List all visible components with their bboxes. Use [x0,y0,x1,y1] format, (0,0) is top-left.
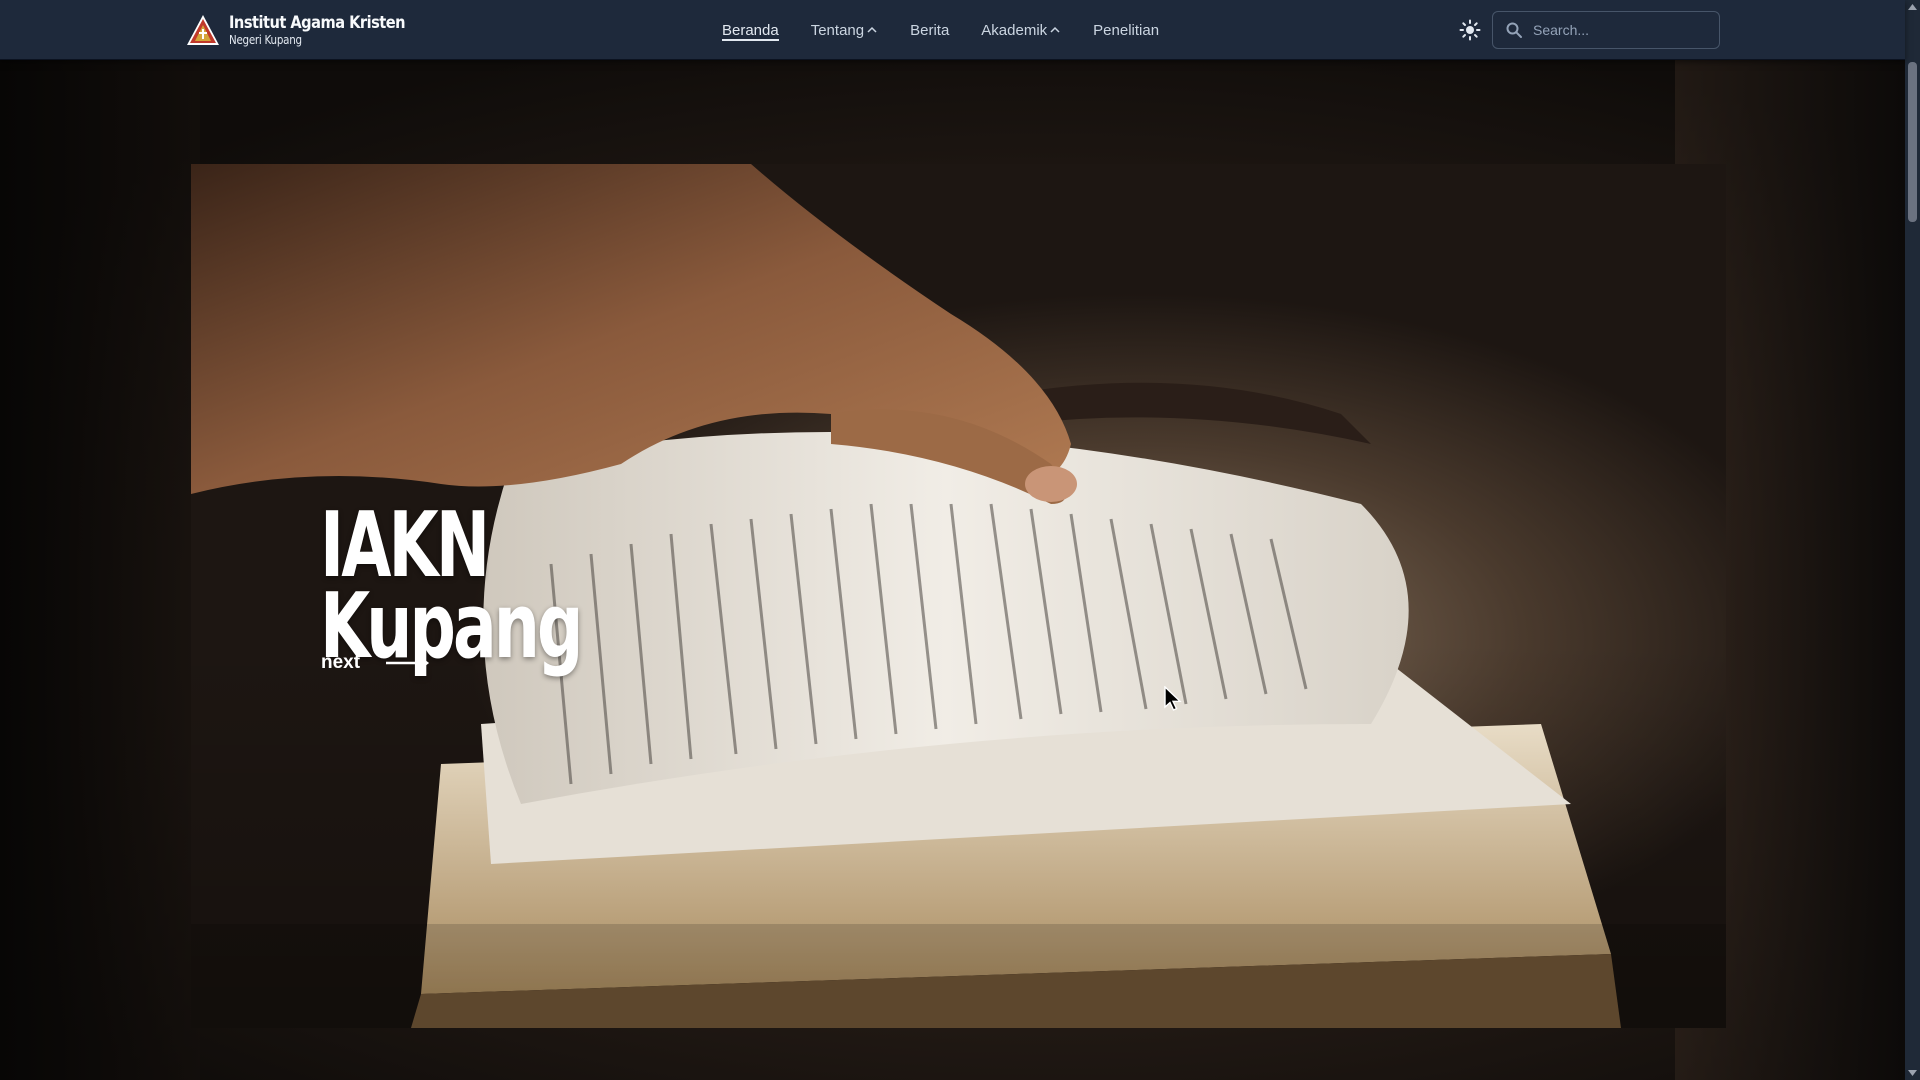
search-icon [1506,22,1522,38]
hero-next-label: next [321,652,361,673]
scroll-down-arrow-icon[interactable] [1907,1068,1918,1078]
sun-icon[interactable] [1458,18,1482,42]
nav-item-akademik[interactable]: Akademik [981,0,1061,60]
nav-item-label: Beranda [722,21,779,39]
search-box [1492,11,1720,49]
search-input[interactable] [1533,22,1703,38]
chevron-up-icon [867,26,877,33]
nav-item-penelitian[interactable]: Penelitian [1093,0,1159,60]
brand-subtitle: Negeri Kupang [229,32,302,47]
arrow-right-icon [386,656,430,670]
nav-item-label: Berita [910,21,950,39]
scroll-up-arrow-icon[interactable] [1907,2,1918,12]
hero-title: IAKN Kupang [320,501,583,672]
hero-next-button[interactable]: next [321,652,430,674]
chevron-up-icon [1050,26,1060,33]
top-navbar: Institut Agama Kristen Negeri Kupang Ber… [0,0,1905,60]
mouse-cursor-icon [1164,686,1182,711]
scrollbar-thumb[interactable] [1908,62,1917,222]
page-scrollbar[interactable] [1905,0,1920,1080]
nav-item-beranda[interactable]: Beranda [722,0,779,60]
nav-item-tentang[interactable]: Tentang [811,0,878,60]
main-nav: Beranda Tentang Berita Akademik Peneliti… [722,0,1191,60]
triangle-logo-icon [187,15,219,45]
hero-blur-left [0,60,200,1080]
brand-home-link[interactable]: Institut Agama Kristen Negeri Kupang [185,12,434,48]
brand-title: Institut Agama Kristen [229,12,406,33]
nav-item-berita[interactable]: Berita [910,0,949,60]
nav-item-label: Tentang [810,21,865,39]
nav-item-label: Akademik [981,21,1048,39]
nav-item-label: Penelitian [1093,21,1160,39]
